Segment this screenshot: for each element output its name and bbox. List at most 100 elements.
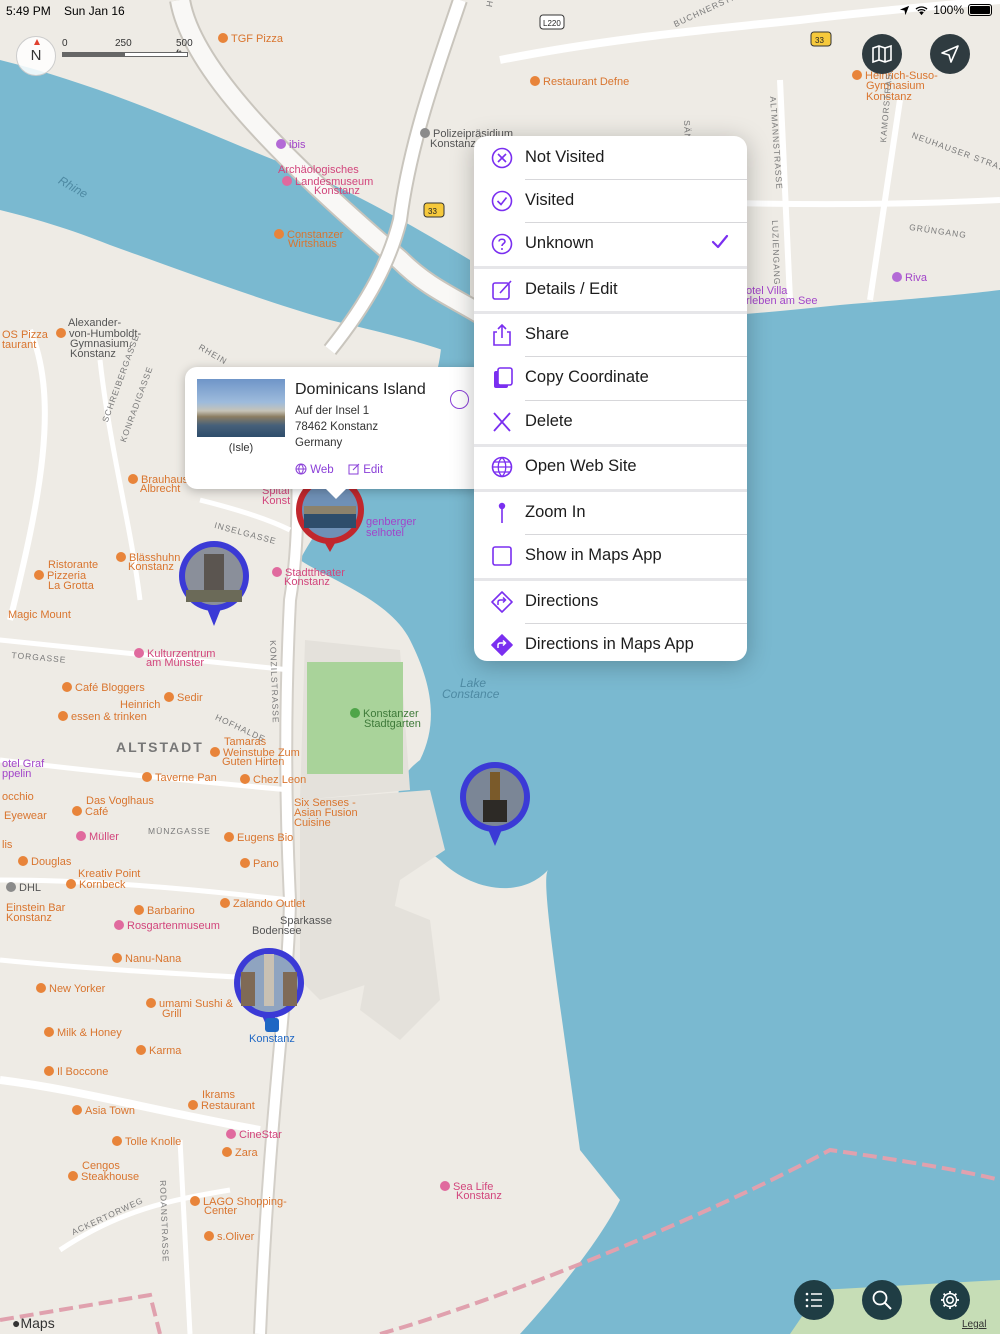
menu-item-not-visited[interactable]: Not Visited xyxy=(474,136,747,180)
poi-marker-icon[interactable] xyxy=(276,139,286,149)
poi-marker-icon[interactable] xyxy=(76,831,86,841)
poi-marker-icon[interactable] xyxy=(36,983,46,993)
poi-marker-icon[interactable] xyxy=(116,552,126,562)
poi-marker-icon[interactable] xyxy=(892,272,902,282)
compass-button[interactable]: N xyxy=(16,36,56,76)
poi-marker-icon[interactable] xyxy=(350,708,360,718)
poi-marker-icon[interactable] xyxy=(68,1171,78,1181)
poi-marker-icon[interactable] xyxy=(282,176,292,186)
menu-item-zoom-in[interactable]: Zoom In xyxy=(474,491,747,535)
poi-marker-icon[interactable] xyxy=(72,806,82,816)
menu-item-label: Unknown xyxy=(525,234,594,252)
menu-item-share[interactable]: Share xyxy=(474,313,747,357)
poi-marker-icon[interactable] xyxy=(210,747,220,757)
poi-marker-icon[interactable] xyxy=(56,328,66,338)
list-button[interactable] xyxy=(794,1280,834,1320)
menu-item-copy-coordinate[interactable]: Copy Coordinate xyxy=(474,356,747,400)
poi-marker-icon[interactable] xyxy=(224,832,234,842)
poi-marker-icon[interactable] xyxy=(146,998,156,1008)
settings-button[interactable] xyxy=(930,1280,970,1320)
menu-item-open-web-site[interactable]: Open Web Site xyxy=(474,445,747,489)
map-label: umami Sushi & xyxy=(146,998,233,1010)
poi-marker-icon[interactable] xyxy=(112,953,122,963)
poi-marker-icon[interactable] xyxy=(62,682,72,692)
map-label-text: Café Bloggers xyxy=(75,682,145,694)
menu-item-directions-in-maps-app[interactable]: Directions in Maps App xyxy=(474,623,747,661)
poi-marker-icon[interactable] xyxy=(18,856,28,866)
map-label: Riva xyxy=(892,272,927,284)
map-label: Eyewear xyxy=(4,811,47,822)
battery-icon xyxy=(968,4,992,16)
poi-marker-icon[interactable] xyxy=(240,774,250,784)
map-label-text: selhotel xyxy=(366,527,404,539)
locate-me-button[interactable] xyxy=(930,34,970,74)
map-label: Douglas xyxy=(18,856,71,868)
map-label: s.Oliver xyxy=(204,1231,254,1243)
map-type-button[interactable] xyxy=(862,34,902,74)
poi-marker-icon[interactable] xyxy=(112,1136,122,1146)
poi-marker-icon[interactable] xyxy=(134,905,144,915)
poi-marker-icon[interactable] xyxy=(66,879,76,889)
menu-item-label: Copy Coordinate xyxy=(525,368,649,386)
menu-item-visited[interactable]: Visited xyxy=(474,179,747,223)
menu-item-delete[interactable]: Delete xyxy=(474,400,747,444)
poi-marker-icon[interactable] xyxy=(274,229,284,239)
poi-marker-icon[interactable] xyxy=(190,1196,200,1206)
question-circle-icon xyxy=(491,233,513,255)
x-circle-icon xyxy=(491,147,513,169)
poi-marker-icon[interactable] xyxy=(852,70,862,80)
wifi-icon xyxy=(915,5,928,15)
map-label: Taverne Pan xyxy=(142,772,217,784)
map-label: rleben am See xyxy=(746,296,818,307)
menu-item-details-edit[interactable]: Details / Edit xyxy=(474,268,747,312)
poi-marker-icon[interactable] xyxy=(240,858,250,868)
location-arrow-icon xyxy=(941,45,959,63)
list-icon xyxy=(805,1292,822,1308)
poi-marker-icon[interactable] xyxy=(128,474,138,484)
map-label: Albrecht xyxy=(140,484,180,495)
map-label-text: Center xyxy=(204,1205,238,1217)
poi-marker-icon[interactable] xyxy=(44,1027,54,1037)
place-pin[interactable] xyxy=(457,760,533,848)
poi-marker-icon[interactable] xyxy=(164,692,174,702)
more-options-icon[interactable] xyxy=(450,390,469,409)
map-label: Konstanz xyxy=(70,349,116,360)
legal-link[interactable]: Legal xyxy=(962,1319,986,1330)
poi-marker-icon[interactable] xyxy=(220,898,230,908)
poi-marker-icon[interactable] xyxy=(272,567,282,577)
poi-marker-icon[interactable] xyxy=(72,1105,82,1115)
web-link[interactable]: Web xyxy=(295,463,334,476)
map-label-text: Douglas xyxy=(31,856,72,868)
poi-marker-icon[interactable] xyxy=(188,1100,198,1110)
poi-marker-icon[interactable] xyxy=(34,570,44,580)
poi-marker-icon[interactable] xyxy=(440,1181,450,1191)
poi-marker-icon[interactable] xyxy=(530,76,540,86)
edit-link[interactable]: Edit xyxy=(348,463,383,476)
globe-icon xyxy=(491,456,513,478)
poi-marker-icon[interactable] xyxy=(6,882,16,892)
poi-marker-icon[interactable] xyxy=(420,128,430,138)
poi-marker-icon[interactable] xyxy=(58,711,68,721)
poi-marker-icon[interactable] xyxy=(204,1231,214,1241)
poi-marker-icon[interactable] xyxy=(226,1129,236,1139)
status-date: Sun Jan 16 xyxy=(64,4,125,18)
poi-marker-icon[interactable] xyxy=(134,648,144,658)
poi-marker-icon[interactable] xyxy=(218,33,228,43)
poi-marker-icon[interactable] xyxy=(142,772,152,782)
map-label-text: Müller xyxy=(89,831,119,843)
search-button[interactable] xyxy=(862,1280,902,1320)
place-photo[interactable] xyxy=(197,379,285,437)
place-pin[interactable] xyxy=(176,540,252,628)
poi-marker-icon[interactable] xyxy=(222,1147,232,1157)
map-label-text: Konstanz xyxy=(314,185,360,197)
poi-marker-icon[interactable] xyxy=(136,1045,146,1055)
poi-marker-icon[interactable] xyxy=(44,1066,54,1076)
map-label: Il Boccone xyxy=(44,1066,108,1078)
menu-item-show-in-maps-app[interactable]: Show in Maps App xyxy=(474,534,747,578)
map-label-text: Restaurant Defne xyxy=(543,76,630,88)
menu-item-unknown[interactable]: Unknown xyxy=(474,222,747,266)
menu-item-directions[interactable]: Directions xyxy=(474,580,747,624)
poi-marker-icon[interactable] xyxy=(114,920,124,930)
map-label-text: TGF Pizza xyxy=(231,33,283,45)
place-callout[interactable]: (Isle) Dominicans Island Auf der Insel 1… xyxy=(185,367,485,499)
